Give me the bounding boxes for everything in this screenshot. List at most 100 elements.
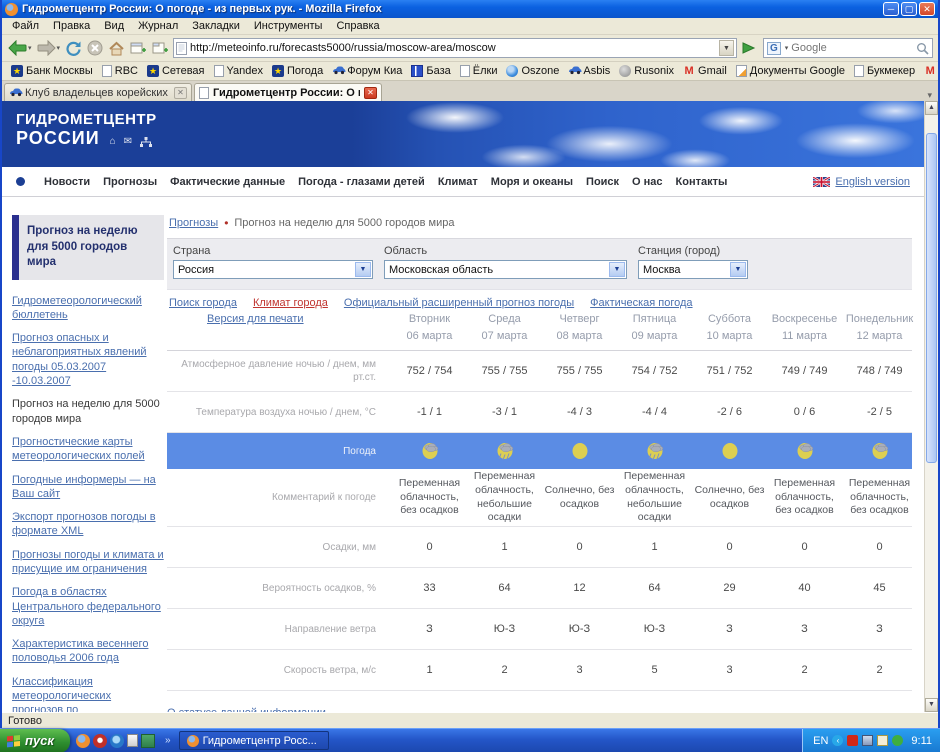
address-dropdown-icon[interactable]: ▼ xyxy=(719,40,734,56)
sidebar-link[interactable]: Прогноз опасных и неблагоприятных явлени… xyxy=(12,331,164,388)
scrollbar-thumb[interactable] xyxy=(926,133,937,463)
sidebar-link[interactable]: Классификация метеорологических прогнозо… xyxy=(12,675,164,712)
site-nav-item[interactable]: Погода - глазами детей xyxy=(298,176,425,188)
site-nav-item[interactable]: О нас xyxy=(632,176,663,188)
menu-item[interactable]: Правка xyxy=(47,19,96,33)
start-button[interactable]: пуск xyxy=(0,729,70,752)
english-version-link[interactable]: English version xyxy=(835,176,910,188)
region-select[interactable]: Московская область ▼ xyxy=(384,260,627,279)
ie-icon[interactable] xyxy=(110,734,124,748)
opera-icon[interactable] xyxy=(93,734,107,748)
bookmark-item[interactable]: База xyxy=(407,64,454,78)
tray-mail-icon[interactable] xyxy=(877,735,888,746)
search-engine-dropdown-icon[interactable]: ▾ xyxy=(785,44,789,52)
menu-item[interactable]: Справка xyxy=(330,19,385,33)
tray-arrow-icon[interactable]: ‹ xyxy=(832,735,843,746)
search-input[interactable] xyxy=(791,42,913,54)
tab-list-icon[interactable]: ▾ xyxy=(923,90,936,101)
url-input[interactable] xyxy=(190,42,716,54)
bookmark-item[interactable]: Форум Киа xyxy=(328,64,406,78)
site-nav-item[interactable]: Контакты xyxy=(676,176,728,188)
go-button[interactable] xyxy=(740,40,757,56)
back-dropdown-icon[interactable]: ▾ xyxy=(28,44,32,52)
forward-button[interactable]: ▾ xyxy=(36,39,62,57)
menu-item[interactable]: Закладки xyxy=(186,19,246,33)
tray-language[interactable]: EN xyxy=(813,735,828,747)
sidebar-link[interactable]: Прогностические карты метеорологических … xyxy=(12,435,164,464)
sidebar-link[interactable]: Экспорт прогнозов погоды в формате XML xyxy=(12,510,164,539)
scroll-down-button[interactable]: ▼ xyxy=(925,698,938,712)
site-nav-item[interactable]: Новости xyxy=(44,176,90,188)
tray-display-icon[interactable] xyxy=(862,735,873,746)
bookmark-item[interactable]: MGmail xyxy=(679,64,731,78)
bookmark-item[interactable]: ★Погода xyxy=(268,64,327,78)
back-button[interactable]: ▾ xyxy=(7,39,33,57)
search-box[interactable]: G ▾ xyxy=(763,38,933,58)
bookmark-item[interactable]: Букмекер xyxy=(850,64,919,78)
sidebar-link[interactable]: Прогнозы погоды и климата и присущие им … xyxy=(12,548,164,577)
chevron-down-icon[interactable]: ▼ xyxy=(609,262,625,277)
title-bar[interactable]: Гидрометцентр России: О погоде - из перв… xyxy=(2,0,938,18)
bookmark-item[interactable]: Ёлки xyxy=(456,64,502,78)
tray-bug-icon[interactable] xyxy=(892,735,903,746)
menu-item[interactable]: Журнал xyxy=(132,19,184,33)
forward-dropdown-icon[interactable]: ▾ xyxy=(57,44,61,52)
menu-item[interactable]: Инструменты xyxy=(248,19,329,33)
reload-button[interactable] xyxy=(64,39,83,57)
page-scrollbar[interactable]: ▲ ▼ xyxy=(924,101,938,712)
site-logo[interactable]: ГИДРОМЕТЦЕНТР РОССИИ ⌂ ✉ xyxy=(16,111,157,149)
address-bar[interactable]: ▼ xyxy=(173,38,737,58)
site-nav-item[interactable]: Климат xyxy=(438,176,478,188)
mail-icon[interactable]: ✉ xyxy=(124,136,133,147)
tray-clock[interactable]: 9:11 xyxy=(911,735,932,747)
tab-close-icon[interactable]: ✕ xyxy=(364,87,377,99)
tab-close-icon[interactable]: ✕ xyxy=(174,87,187,99)
maximize-button[interactable]: ▢ xyxy=(901,2,917,16)
quick-launch-overflow-icon[interactable]: » xyxy=(161,735,175,746)
site-nav-item[interactable]: Прогнозы xyxy=(103,176,157,188)
bookmark-item[interactable]: Документы Google xyxy=(732,64,849,78)
sidebar-link[interactable]: Гидрометеорологический бюллетень xyxy=(12,294,164,323)
tab-1[interactable]: Клуб владельцев корейских автомо...✕ xyxy=(4,83,192,101)
country-select[interactable]: Россия ▼ xyxy=(173,260,373,279)
home-icon[interactable]: ⌂ xyxy=(110,136,117,147)
excel-icon[interactable] xyxy=(141,734,155,748)
station-select[interactable]: Москва ▼ xyxy=(638,260,748,279)
site-nav-item[interactable]: Фактические данные xyxy=(170,176,285,188)
sidebar-link[interactable]: Погода в областях Центрального федеральн… xyxy=(12,585,164,628)
bookmark-item[interactable]: Yandex xyxy=(210,64,268,78)
scrollbar-track[interactable] xyxy=(925,115,938,698)
bookmark-item[interactable]: Oszone xyxy=(502,64,563,78)
notepad-icon[interactable] xyxy=(127,734,138,747)
print-version-link[interactable]: Версия для печати xyxy=(207,313,304,325)
stop-button[interactable] xyxy=(86,39,104,57)
close-button[interactable]: ✕ xyxy=(919,2,935,16)
chevron-down-icon[interactable]: ▼ xyxy=(355,262,371,277)
sitemap-icon[interactable] xyxy=(140,137,152,147)
quick-link[interactable]: Поиск города xyxy=(169,297,237,309)
quick-link[interactable]: Фактическая погода xyxy=(590,297,692,309)
breadcrumb-link[interactable]: Прогнозы xyxy=(169,217,218,229)
site-nav-item[interactable]: Моря и океаны xyxy=(491,176,573,188)
new-tab-button[interactable] xyxy=(151,40,170,56)
bookmark-item[interactable]: RBC xyxy=(98,64,142,78)
menu-item[interactable]: Файл xyxy=(6,19,45,33)
tray-ati-icon[interactable] xyxy=(847,735,858,746)
quick-link[interactable]: Официальный расширенный прогноз погоды xyxy=(344,297,574,309)
search-icon[interactable] xyxy=(916,42,929,55)
home-button[interactable] xyxy=(107,40,126,57)
bookmark-item[interactable]: ★Сетевая xyxy=(143,64,209,78)
chevron-down-icon[interactable]: ▼ xyxy=(730,262,746,277)
search-engine-icon[interactable]: G xyxy=(767,42,781,55)
site-nav-item[interactable]: Поиск xyxy=(586,176,619,188)
bookmark-item[interactable]: MМарафон xyxy=(920,64,938,78)
quick-link[interactable]: Климат города xyxy=(253,297,328,309)
menu-item[interactable]: Вид xyxy=(98,19,130,33)
taskbar-task-button[interactable]: Гидрометцентр Росс... xyxy=(179,731,329,750)
scroll-up-button[interactable]: ▲ xyxy=(925,101,938,115)
bookmark-item[interactable]: Rusonix xyxy=(615,64,678,78)
sidebar-link[interactable]: Погодные информеры — на Ваш сайт xyxy=(12,473,164,502)
new-window-button[interactable] xyxy=(129,40,148,56)
minimize-button[interactable]: ─ xyxy=(883,2,899,16)
tab-2[interactable]: Гидрометцентр России: О погод...✕ xyxy=(194,83,382,101)
